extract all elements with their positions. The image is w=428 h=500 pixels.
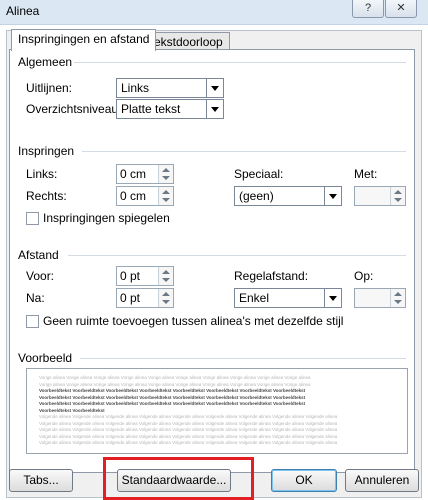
tab-label: Tekstdoorloop xyxy=(148,35,223,49)
preview-line: Volgende alinea Volgende alinea Volgende… xyxy=(39,427,338,432)
spiegelen-checkbox[interactable] xyxy=(26,212,39,225)
arrow-down-icon xyxy=(162,278,170,282)
preview-line: Voorbeeldtekst Voorbeeldtekst xyxy=(39,407,105,413)
preview-line: Voorbeeldtekst Voorbeeldtekst Voorbeeldt… xyxy=(39,388,306,393)
annuleren-button[interactable]: Annuleren xyxy=(345,469,419,492)
rechts-value: 0 cm xyxy=(120,189,147,203)
op-spinner[interactable] xyxy=(354,288,406,308)
dialog-body: Inspringingen en afstand Tekstdoorloop A… xyxy=(6,29,422,500)
separator xyxy=(82,151,406,152)
speciaal-label: Speciaal: xyxy=(234,167,284,181)
uitlijnen-label: Uitlijnen: xyxy=(26,81,73,95)
overzichtsniveau-label: Overzichtsniveau: xyxy=(26,102,122,116)
geen-ruimte-label: Geen ruimte toevoegen tussen alinea's me… xyxy=(43,314,344,328)
overzichtsniveau-dropdown[interactable]: Platte tekst xyxy=(116,99,224,119)
spinner-buttons[interactable] xyxy=(390,289,405,307)
arrow-up-icon xyxy=(162,168,170,172)
ok-button[interactable]: OK xyxy=(271,469,337,492)
separator xyxy=(80,358,406,359)
preview-box: Vorige alinea Vorige alinea Vorige aline… xyxy=(26,368,408,454)
voor-label: Voor: xyxy=(26,269,55,283)
preview-line: Vorige alinea Vorige alinea Vorige aline… xyxy=(39,381,311,387)
spinner-buttons[interactable] xyxy=(158,289,173,307)
links-value: 0 cm xyxy=(120,167,147,181)
standaardwaarde-button[interactable]: Standaardwaarde... xyxy=(117,469,231,492)
arrow-down-icon xyxy=(394,198,402,202)
op-label: Op: xyxy=(354,269,374,283)
na-label: Na: xyxy=(26,291,45,305)
rechts-label: Rechts: xyxy=(26,189,67,203)
preview-line: Volgende alinea Volgende alinea Volgende… xyxy=(39,440,338,445)
tab-panel: Algemeen Uitlijnen: Links Overzichtsnive… xyxy=(9,49,415,473)
arrow-down-icon xyxy=(162,176,170,180)
arrow-up-icon xyxy=(394,190,402,194)
speciaal-dropdown[interactable]: (geen) xyxy=(234,186,342,206)
uitlijnen-dropdown[interactable]: Links xyxy=(116,78,224,98)
preview-line: Volgende alinea Volgende alinea Volgende… xyxy=(39,420,338,426)
na-value: 0 pt xyxy=(120,291,141,305)
chevron-down-icon xyxy=(206,100,223,118)
close-button[interactable]: ✕ xyxy=(385,0,417,18)
chevron-down-icon xyxy=(324,187,341,205)
section-heading-inspringen: Inspringen xyxy=(18,144,75,158)
overzichtsniveau-value: Platte tekst xyxy=(121,102,181,116)
arrow-down-icon xyxy=(162,198,170,202)
preview-line: Volgende alinea Volgende alinea Volgende… xyxy=(39,433,338,439)
section-heading-algemeen: Algemeen xyxy=(18,55,73,69)
section-heading-voorbeeld: Voorbeeld xyxy=(18,351,73,365)
na-spinner[interactable]: 0 pt xyxy=(116,288,174,308)
spinner-buttons[interactable] xyxy=(390,187,405,205)
met-spinner[interactable] xyxy=(354,186,406,206)
spinner-buttons[interactable] xyxy=(158,267,173,285)
links-label: Links: xyxy=(26,167,58,181)
spinner-buttons[interactable] xyxy=(158,187,173,205)
arrow-down-icon xyxy=(394,300,402,304)
arrow-up-icon xyxy=(394,292,402,296)
voor-value: 0 pt xyxy=(120,269,141,283)
preview-line: Voorbeeldtekst Voorbeeldtekst Voorbeeldt… xyxy=(39,394,306,400)
section-heading-afstand: Afstand xyxy=(18,248,59,262)
arrow-up-icon xyxy=(162,270,170,274)
regelafstand-dropdown[interactable]: Enkel xyxy=(234,288,342,308)
uitlijnen-value: Links xyxy=(121,81,150,95)
rechts-spinner[interactable]: 0 cm xyxy=(116,186,174,206)
separator xyxy=(74,62,406,63)
tab-inspringingen-en-afstand[interactable]: Inspringingen en afstand xyxy=(11,29,157,51)
preview-line: Volgende alinea Volgende alinea Volgende… xyxy=(39,414,338,419)
regelafstand-value: Enkel xyxy=(239,291,270,305)
arrow-up-icon xyxy=(162,292,170,296)
help-button[interactable]: ? xyxy=(352,0,384,18)
geen-ruimte-checkbox[interactable] xyxy=(26,315,39,328)
arrow-down-icon xyxy=(162,300,170,304)
regelafstand-label: Regelafstand: xyxy=(234,269,309,283)
met-label: Met: xyxy=(354,167,378,181)
spiegelen-label: Inspringingen spiegelen xyxy=(43,211,170,225)
chevron-down-icon xyxy=(206,79,223,97)
preview-line: Vorige alinea Vorige alinea Vorige aline… xyxy=(39,375,311,380)
chevron-down-icon xyxy=(324,289,341,307)
window-title: Alinea xyxy=(6,4,40,18)
links-spinner[interactable]: 0 cm xyxy=(116,164,174,184)
spinner-buttons[interactable] xyxy=(158,165,173,183)
tabs-button[interactable]: Tabs... xyxy=(9,469,73,492)
voor-spinner[interactable]: 0 pt xyxy=(116,266,174,286)
preview-line: Voorbeeldtekst Voorbeeldtekst Voorbeeldt… xyxy=(39,401,306,406)
separator xyxy=(68,255,406,256)
speciaal-value: (geen) xyxy=(239,189,274,203)
arrow-up-icon xyxy=(162,190,170,194)
tab-label: Inspringingen en afstand xyxy=(18,32,150,46)
